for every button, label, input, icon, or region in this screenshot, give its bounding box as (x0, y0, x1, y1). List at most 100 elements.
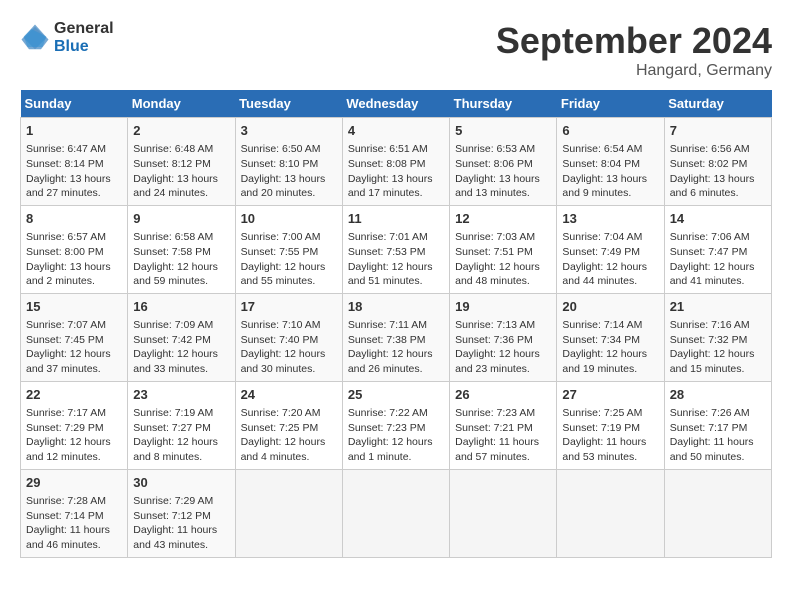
day-number: 9 (133, 210, 229, 228)
calendar-cell: 11 Sunrise: 7:01 AM Sunset: 7:53 PM Dayli… (342, 205, 449, 293)
title-block: September 2024 Hangard, Germany (496, 20, 772, 80)
week-row-3: 15 Sunrise: 7:07 AM Sunset: 7:45 PM Dayli… (21, 293, 772, 381)
day-number: 27 (562, 386, 658, 404)
calendar-cell: 17 Sunrise: 7:10 AM Sunset: 7:40 PM Dayli… (235, 293, 342, 381)
week-row-1: 1 Sunrise: 6:47 AM Sunset: 8:14 PM Daylig… (21, 118, 772, 206)
month-title: September 2024 (496, 20, 772, 62)
location: Hangard, Germany (496, 62, 772, 80)
day-info: Sunrise: 6:50 AM Sunset: 8:10 PM Dayligh… (241, 142, 337, 201)
day-info: Sunrise: 6:54 AM Sunset: 8:04 PM Dayligh… (562, 142, 658, 201)
day-info: Sunrise: 6:56 AM Sunset: 8:02 PM Dayligh… (670, 142, 766, 201)
day-number: 1 (26, 122, 122, 140)
calendar-cell: 10 Sunrise: 7:00 AM Sunset: 7:55 PM Dayli… (235, 205, 342, 293)
calendar-cell: 14 Sunrise: 7:06 AM Sunset: 7:47 PM Dayli… (664, 205, 771, 293)
day-info: Sunrise: 7:20 AM Sunset: 7:25 PM Dayligh… (241, 406, 337, 465)
day-number: 10 (241, 210, 337, 228)
day-info: Sunrise: 7:14 AM Sunset: 7:34 PM Dayligh… (562, 318, 658, 377)
day-number: 24 (241, 386, 337, 404)
day-info: Sunrise: 7:01 AM Sunset: 7:53 PM Dayligh… (348, 230, 444, 289)
calendar-cell: 16 Sunrise: 7:09 AM Sunset: 7:42 PM Dayli… (128, 293, 235, 381)
day-number: 18 (348, 298, 444, 316)
day-number: 25 (348, 386, 444, 404)
day-number: 7 (670, 122, 766, 140)
day-number: 28 (670, 386, 766, 404)
day-info: Sunrise: 7:07 AM Sunset: 7:45 PM Dayligh… (26, 318, 122, 377)
calendar-cell: 9 Sunrise: 6:58 AM Sunset: 7:58 PM Daylig… (128, 205, 235, 293)
day-number: 23 (133, 386, 229, 404)
calendar-cell (342, 469, 449, 557)
day-number: 30 (133, 474, 229, 492)
day-info: Sunrise: 7:00 AM Sunset: 7:55 PM Dayligh… (241, 230, 337, 289)
calendar-cell: 29Sunrise: 7:28 AM Sunset: 7:14 PM Dayli… (21, 469, 128, 557)
day-info: Sunrise: 7:19 AM Sunset: 7:27 PM Dayligh… (133, 406, 229, 465)
day-info: Sunrise: 7:09 AM Sunset: 7:42 PM Dayligh… (133, 318, 229, 377)
calendar-cell: 28 Sunrise: 7:26 AM Sunset: 7:17 PM Dayli… (664, 381, 771, 469)
calendar-cell: 7 Sunrise: 6:56 AM Sunset: 8:02 PM Daylig… (664, 118, 771, 206)
day-number: 13 (562, 210, 658, 228)
week-row-5: 29Sunrise: 7:28 AM Sunset: 7:14 PM Dayli… (21, 469, 772, 557)
calendar-cell: 27 Sunrise: 7:25 AM Sunset: 7:19 PM Dayli… (557, 381, 664, 469)
calendar-cell: 5 Sunrise: 6:53 AM Sunset: 8:06 PM Daylig… (450, 118, 557, 206)
calendar-cell: 25 Sunrise: 7:22 AM Sunset: 7:23 PM Dayli… (342, 381, 449, 469)
day-info: Sunrise: 6:47 AM Sunset: 8:14 PM Dayligh… (26, 142, 122, 201)
day-info: Sunrise: 6:58 AM Sunset: 7:58 PM Dayligh… (133, 230, 229, 289)
day-number: 11 (348, 210, 444, 228)
column-header-wednesday: Wednesday (342, 90, 449, 118)
day-number: 3 (241, 122, 337, 140)
logo-line2: Blue (54, 38, 114, 56)
calendar-cell (557, 469, 664, 557)
day-info: Sunrise: 7:25 AM Sunset: 7:19 PM Dayligh… (562, 406, 658, 465)
calendar-cell: 4 Sunrise: 6:51 AM Sunset: 8:08 PM Daylig… (342, 118, 449, 206)
day-number: 17 (241, 298, 337, 316)
day-number: 22 (26, 386, 122, 404)
day-info: Sunrise: 6:57 AM Sunset: 8:00 PM Dayligh… (26, 230, 122, 289)
calendar-cell: 21Sunrise: 7:16 AM Sunset: 7:32 PM Dayli… (664, 293, 771, 381)
day-number: 4 (348, 122, 444, 140)
day-number: 20 (562, 298, 658, 316)
day-info: Sunrise: 7:06 AM Sunset: 7:47 PM Dayligh… (670, 230, 766, 289)
day-info: Sunrise: 7:23 AM Sunset: 7:21 PM Dayligh… (455, 406, 551, 465)
calendar-cell: 24 Sunrise: 7:20 AM Sunset: 7:25 PM Dayli… (235, 381, 342, 469)
day-info: Sunrise: 6:53 AM Sunset: 8:06 PM Dayligh… (455, 142, 551, 201)
day-number: 5 (455, 122, 551, 140)
calendar-cell: 2 Sunrise: 6:48 AM Sunset: 8:12 PM Daylig… (128, 118, 235, 206)
day-info: Sunrise: 6:48 AM Sunset: 8:12 PM Dayligh… (133, 142, 229, 201)
calendar-cell (450, 469, 557, 557)
day-number: 6 (562, 122, 658, 140)
day-number: 2 (133, 122, 229, 140)
day-info: Sunrise: 7:16 AM Sunset: 7:32 PM Dayligh… (670, 318, 766, 377)
day-info: Sunrise: 7:13 AM Sunset: 7:36 PM Dayligh… (455, 318, 551, 377)
day-number: 14 (670, 210, 766, 228)
calendar-header: SundayMondayTuesdayWednesdayThursdayFrid… (21, 90, 772, 118)
day-info: Sunrise: 6:51 AM Sunset: 8:08 PM Dayligh… (348, 142, 444, 201)
day-number: 26 (455, 386, 551, 404)
page-header: General Blue September 2024 Hangard, Ger… (20, 20, 772, 80)
week-row-2: 8Sunrise: 6:57 AM Sunset: 8:00 PM Daylig… (21, 205, 772, 293)
day-info: Sunrise: 7:26 AM Sunset: 7:17 PM Dayligh… (670, 406, 766, 465)
day-info: Sunrise: 7:10 AM Sunset: 7:40 PM Dayligh… (241, 318, 337, 377)
calendar-cell: 1 Sunrise: 6:47 AM Sunset: 8:14 PM Daylig… (21, 118, 128, 206)
calendar-cell: 12 Sunrise: 7:03 AM Sunset: 7:51 PM Dayli… (450, 205, 557, 293)
week-row-4: 22 Sunrise: 7:17 AM Sunset: 7:29 PM Dayli… (21, 381, 772, 469)
header-row: SundayMondayTuesdayWednesdayThursdayFrid… (21, 90, 772, 118)
column-header-thursday: Thursday (450, 90, 557, 118)
day-info: Sunrise: 7:03 AM Sunset: 7:51 PM Dayligh… (455, 230, 551, 289)
calendar-cell: 22 Sunrise: 7:17 AM Sunset: 7:29 PM Dayli… (21, 381, 128, 469)
column-header-friday: Friday (557, 90, 664, 118)
logo-text: General Blue (54, 20, 114, 56)
calendar-cell: 23 Sunrise: 7:19 AM Sunset: 7:27 PM Dayli… (128, 381, 235, 469)
calendar-cell: 30 Sunrise: 7:29 AM Sunset: 7:12 PM Dayli… (128, 469, 235, 557)
logo-icon (20, 23, 50, 53)
calendar-cell: 6 Sunrise: 6:54 AM Sunset: 8:04 PM Daylig… (557, 118, 664, 206)
day-number: 12 (455, 210, 551, 228)
day-info: Sunrise: 7:17 AM Sunset: 7:29 PM Dayligh… (26, 406, 122, 465)
day-info: Sunrise: 7:22 AM Sunset: 7:23 PM Dayligh… (348, 406, 444, 465)
day-number: 15 (26, 298, 122, 316)
day-number: 29 (26, 474, 122, 492)
calendar-cell: 18Sunrise: 7:11 AM Sunset: 7:38 PM Dayli… (342, 293, 449, 381)
calendar-cell (235, 469, 342, 557)
day-number: 16 (133, 298, 229, 316)
day-info: Sunrise: 7:29 AM Sunset: 7:12 PM Dayligh… (133, 494, 229, 553)
calendar-cell: 8Sunrise: 6:57 AM Sunset: 8:00 PM Daylig… (21, 205, 128, 293)
logo-line1: General (54, 20, 114, 38)
